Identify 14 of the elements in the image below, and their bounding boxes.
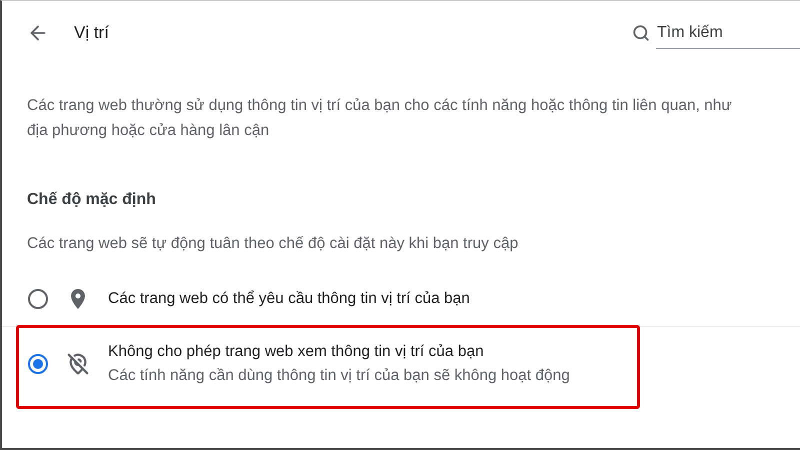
option-description: Các tính năng cần dùng thông tin vị trí của bạn sẽ không hoạt động: [108, 366, 570, 386]
radio-button[interactable]: [28, 288, 48, 309]
option-label: Các trang web có thể yêu cầu thông tin vị trí của bạn: [108, 288, 470, 309]
page-title: Vị trí: [74, 22, 109, 44]
radio-button[interactable]: [28, 354, 48, 374]
search-icon: [632, 24, 650, 42]
section-subtitle: Các trang web sẽ tự động tuân theo chế độ cài đặt này khi bạn truy cập: [26, 234, 518, 254]
location-off-icon: [67, 353, 89, 376]
description-text: Các trang web thường sử dụng thông tin vị trí của bạn cho các tính năng hoặc thông tin liên quan, như: [27, 97, 732, 114]
description-text: địa phương hoặc cửa hàng lân cận: [27, 122, 270, 139]
search-field[interactable]: Tìm kiếm: [656, 17, 800, 49]
option-label: Không cho phép trang web xem thông tin vị trí của bạn: [108, 342, 485, 362]
section-title: Chế độ mặc định: [26, 190, 156, 210]
location-pin-icon: [71, 288, 85, 309]
